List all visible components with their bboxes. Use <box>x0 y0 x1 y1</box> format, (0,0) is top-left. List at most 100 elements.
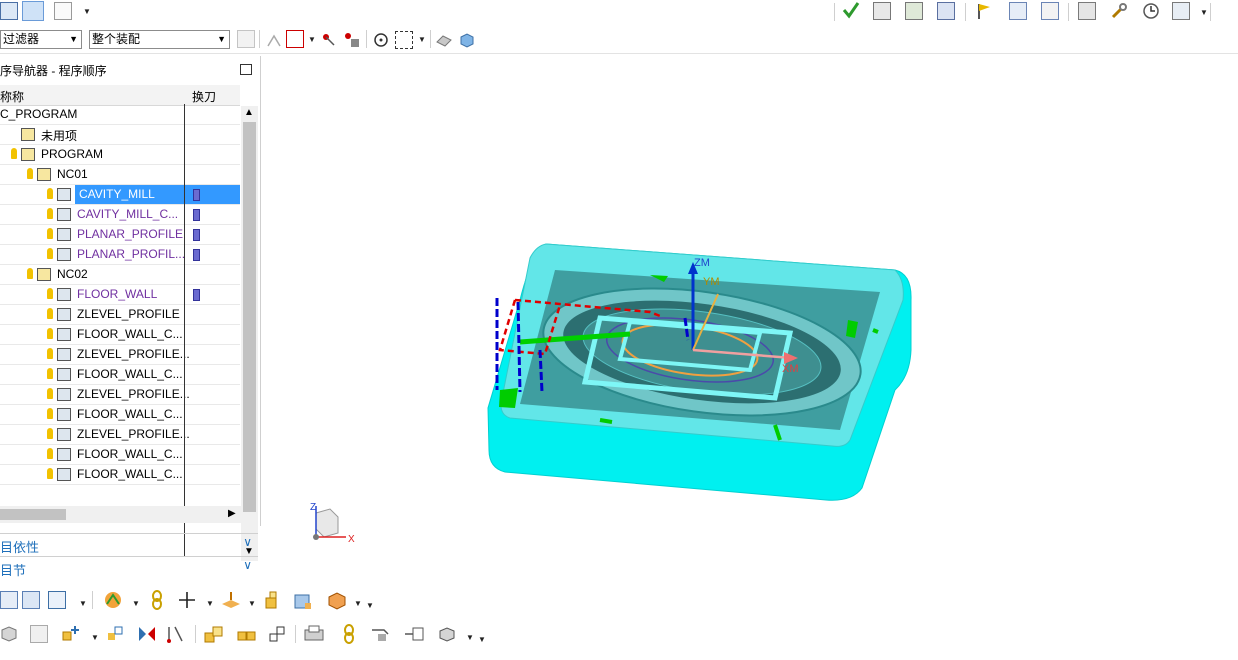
navigator-icon[interactable] <box>0 591 18 609</box>
lightbulb-icon <box>27 168 33 179</box>
point-constructor-icon[interactable] <box>286 30 304 48</box>
navigator-row[interactable]: FLOOR_WALL_C... <box>0 325 240 345</box>
dependencies-panel[interactable]: 目依性 ∨ <box>0 533 258 556</box>
filter-reset-icon[interactable] <box>237 30 255 48</box>
rectangle-select-icon[interactable] <box>395 31 413 49</box>
tool-change-icon <box>193 189 200 201</box>
scroll-right-icon[interactable]: ▶ <box>228 508 236 519</box>
navigator-row[interactable]: FLOOR_WALL_C... <box>0 405 240 425</box>
view-cube-icon[interactable] <box>458 31 476 49</box>
assembly-icon[interactable] <box>203 624 225 643</box>
navigator-row[interactable]: FLOOR_WALL_C... <box>0 365 240 385</box>
create-geometry-icon[interactable] <box>937 2 955 20</box>
assembly-scope-value: 整个装配 <box>92 32 141 46</box>
tool-change-icon <box>193 289 200 301</box>
operation-icon <box>57 468 71 481</box>
navigator-row-label: NC01 <box>57 167 88 181</box>
horizontal-scrollbar[interactable]: ▶ <box>0 506 241 523</box>
operation-icon <box>57 288 71 301</box>
operation-icon <box>57 448 71 461</box>
program-order-view-icon[interactable] <box>22 1 44 21</box>
navigator-column-header: 称称 换刀 <box>0 85 240 106</box>
scroll-up-icon[interactable]: ▲ <box>244 107 254 118</box>
column-name[interactable]: 称称 <box>0 88 24 105</box>
post-process-icon[interactable] <box>1078 2 1096 20</box>
navigator-row-label: C_PROGRAM <box>0 107 78 121</box>
clock-icon[interactable] <box>1142 2 1160 20</box>
operation-icon <box>57 408 71 421</box>
axis-label-zm: ZM <box>694 257 710 269</box>
navigator-row[interactable]: ZLEVEL_PROFILE... <box>0 345 240 365</box>
navigator-row-label: ZLEVEL_PROFILE... <box>77 427 190 441</box>
create-tool-icon[interactable] <box>905 2 923 20</box>
machine-tool-view-icon[interactable] <box>54 2 72 20</box>
tool-group-icon[interactable] <box>48 591 66 609</box>
navigator-row[interactable]: ZLEVEL_PROFILE... <box>0 425 240 445</box>
lightbulb-icon <box>47 208 53 219</box>
details-panel[interactable]: 目节 ∨ <box>0 556 258 579</box>
view-triad[interactable]: Z X <box>310 502 355 545</box>
chain-icon[interactable] <box>148 590 166 610</box>
navigator-row[interactable]: 未用项 <box>0 125 240 145</box>
navigator-row-label: FLOOR_WALL_C... <box>77 447 183 461</box>
generate-check-icon[interactable] <box>842 1 860 19</box>
lightbulb-icon <box>47 368 53 379</box>
flag-icon[interactable] <box>975 2 993 20</box>
navigator-row[interactable]: CAVITY_MILL <box>0 185 240 205</box>
navigator-row-label: FLOOR_WALL_C... <box>77 407 183 421</box>
type-filter-value: 过滤器 <box>3 32 40 46</box>
navigator-row[interactable]: CAVITY_MILL_C... <box>0 205 240 225</box>
tool-change-icon <box>193 249 200 261</box>
shop-doc-icon[interactable] <box>1172 2 1190 20</box>
tool-wrench-icon[interactable] <box>1110 2 1128 20</box>
create-program-icon[interactable] <box>873 2 891 20</box>
navigator-view-icon[interactable] <box>0 2 18 20</box>
column-tool-change[interactable]: 换刀 <box>192 88 216 105</box>
snap-icon[interactable] <box>320 31 338 49</box>
lightbulb-icon <box>47 288 53 299</box>
lift-plane-icon[interactable] <box>220 590 242 608</box>
navigator-row[interactable]: NC02 <box>0 265 240 285</box>
graphics-viewport[interactable]: ZM YM XM Z X <box>270 56 1238 656</box>
add-feature-icon[interactable] <box>60 624 79 642</box>
navigator-row[interactable]: PLANAR_PROFIL... <box>0 245 240 265</box>
lightbulb-icon <box>47 468 53 479</box>
component-icon[interactable] <box>236 624 258 642</box>
group-icon[interactable] <box>22 591 40 609</box>
type-filter-select[interactable]: 过滤器 ▼ <box>0 30 82 49</box>
navigator-row[interactable]: C_PROGRAM <box>0 105 240 125</box>
circle-select-icon[interactable] <box>372 31 390 49</box>
list-report-icon[interactable] <box>1009 2 1027 20</box>
quick-pick-icon[interactable] <box>343 31 361 49</box>
lightbulb-icon <box>47 448 53 459</box>
operation-icon <box>57 248 71 261</box>
details-label: 目节 <box>0 563 27 578</box>
vertical-scrollbar[interactable]: ▲ ▼ <box>241 106 258 561</box>
navigator-row[interactable]: PROGRAM <box>0 145 240 165</box>
toolbar-more-icon[interactable]: ▼ <box>1200 8 1208 17</box>
operation-icon <box>57 308 71 321</box>
plus-icon[interactable] <box>178 591 196 609</box>
part-model[interactable]: ZM YM XM Z X <box>270 56 1238 656</box>
mirror-icon[interactable] <box>137 624 155 642</box>
snap-point-icon[interactable] <box>265 31 283 49</box>
navigator-row[interactable]: FLOOR_WALL_C... <box>0 465 240 485</box>
maximize-icon[interactable] <box>240 64 252 75</box>
assembly-scope-select[interactable]: 整个装配 ▼ <box>89 30 230 49</box>
navigator-row[interactable]: FLOOR_WALL <box>0 285 240 305</box>
navigator-row[interactable]: PLANAR_PROFILE <box>0 225 240 245</box>
document-icon[interactable] <box>1041 2 1059 20</box>
navigator-row[interactable]: FLOOR_WALL_C... <box>0 445 240 465</box>
navigator-row[interactable]: ZLEVEL_PROFILE <box>0 305 240 325</box>
axis-label-xm: XM <box>782 363 799 375</box>
layout-icon[interactable] <box>30 625 48 643</box>
transform-icon[interactable] <box>106 625 124 643</box>
verify-toolpath-icon[interactable] <box>102 590 124 610</box>
split-icon[interactable] <box>166 625 184 643</box>
toolbar-dropdown-icon[interactable]: ▼ <box>83 7 91 16</box>
eraser-icon[interactable] <box>435 31 453 49</box>
navigator-row[interactable]: NC01 <box>0 165 240 185</box>
machine-view-icon[interactable] <box>0 625 18 643</box>
navigator-row[interactable]: ZLEVEL_PROFILE... <box>0 385 240 405</box>
chevron-down-icon: ∨ <box>243 558 252 572</box>
